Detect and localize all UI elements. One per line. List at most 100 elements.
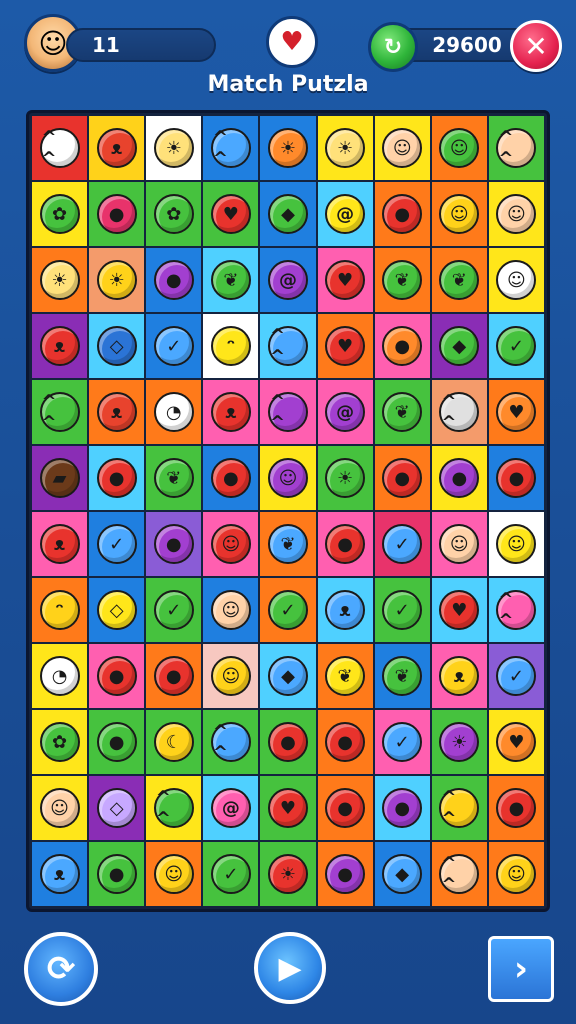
tile-0-6[interactable]: ☺	[374, 116, 430, 180]
tile-8-2[interactable]: ●	[146, 644, 202, 708]
tile-4-3[interactable]: ᴥ	[203, 380, 259, 444]
tile-9-0[interactable]: ✿	[32, 710, 88, 774]
restart-button[interactable]: ⟳	[24, 932, 98, 1006]
tile-3-4[interactable]: ^ ^	[260, 314, 316, 378]
tile-10-7[interactable]: ^ ^	[431, 776, 487, 840]
tile-4-5[interactable]: @	[317, 380, 373, 444]
tile-1-8[interactable]: ☺	[488, 182, 544, 246]
tile-5-0[interactable]: ▰	[32, 446, 88, 510]
tile-11-2[interactable]: ☺	[146, 842, 202, 906]
tile-0-8[interactable]: ^ ^	[488, 116, 544, 180]
tile-10-8[interactable]: ●	[488, 776, 544, 840]
tile-0-7[interactable]: ☺	[431, 116, 487, 180]
tile-7-4[interactable]: ✓	[260, 578, 316, 642]
tile-11-8[interactable]: ☺	[488, 842, 544, 906]
tile-4-2[interactable]: ◔	[146, 380, 202, 444]
tile-11-4[interactable]: ☀	[260, 842, 316, 906]
tile-7-6[interactable]: ✓	[374, 578, 430, 642]
tile-1-0[interactable]: ✿	[32, 182, 88, 246]
tile-5-2[interactable]: ❦	[146, 446, 202, 510]
close-button[interactable]: ✕	[510, 20, 562, 72]
tile-11-6[interactable]: ◆	[374, 842, 430, 906]
tile-5-5[interactable]: ☀	[317, 446, 373, 510]
tile-2-7[interactable]: ❦	[431, 248, 487, 312]
tile-2-3[interactable]: ❦	[203, 248, 259, 312]
tile-2-2[interactable]: ●	[146, 248, 202, 312]
tile-11-7[interactable]: ^ ^	[431, 842, 487, 906]
tile-6-0[interactable]: ᴥ	[32, 512, 88, 576]
tile-6-3[interactable]: ☺	[203, 512, 259, 576]
tile-4-1[interactable]: ᴥ	[89, 380, 145, 444]
tile-1-5[interactable]: @	[317, 182, 373, 246]
tile-7-5[interactable]: ᴥ	[317, 578, 373, 642]
tile-0-2[interactable]: ☀	[146, 116, 202, 180]
tile-10-2[interactable]: ^ ^	[146, 776, 202, 840]
tile-3-6[interactable]: ●	[374, 314, 430, 378]
tile-4-7[interactable]: ^ ^	[431, 380, 487, 444]
tile-6-1[interactable]: ✓	[89, 512, 145, 576]
tile-8-0[interactable]: ◔	[32, 644, 88, 708]
tile-5-3[interactable]: ●	[203, 446, 259, 510]
tile-8-6[interactable]: ❦	[374, 644, 430, 708]
tile-11-5[interactable]: ●	[317, 842, 373, 906]
tile-1-6[interactable]: ●	[374, 182, 430, 246]
tile-7-1[interactable]: ◇	[89, 578, 145, 642]
tile-6-2[interactable]: ●	[146, 512, 202, 576]
tile-4-0[interactable]: ^ ^	[32, 380, 88, 444]
tile-3-7[interactable]: ◆	[431, 314, 487, 378]
tile-10-0[interactable]: ☺	[32, 776, 88, 840]
tile-6-5[interactable]: ●	[317, 512, 373, 576]
tile-5-8[interactable]: ●	[488, 446, 544, 510]
tile-1-2[interactable]: ✿	[146, 182, 202, 246]
tile-8-1[interactable]: ●	[89, 644, 145, 708]
tile-0-1[interactable]: ᴥ	[89, 116, 145, 180]
tile-9-6[interactable]: ✓	[374, 710, 430, 774]
tile-8-4[interactable]: ◆	[260, 644, 316, 708]
tile-0-5[interactable]: ☀	[317, 116, 373, 180]
tile-0-4[interactable]: ☀	[260, 116, 316, 180]
tile-2-1[interactable]: ☀	[89, 248, 145, 312]
tile-3-5[interactable]: ♥	[317, 314, 373, 378]
tile-9-7[interactable]: ☀	[431, 710, 487, 774]
tile-11-1[interactable]: ●	[89, 842, 145, 906]
tile-11-0[interactable]: ᴥ	[32, 842, 88, 906]
tile-11-3[interactable]: ✓	[203, 842, 259, 906]
tile-0-0[interactable]: ^ ^	[32, 116, 88, 180]
tile-9-8[interactable]: ♥	[488, 710, 544, 774]
tile-3-8[interactable]: ✓	[488, 314, 544, 378]
tile-8-5[interactable]: ❦	[317, 644, 373, 708]
tile-4-6[interactable]: ❦	[374, 380, 430, 444]
tile-3-2[interactable]: ✓	[146, 314, 202, 378]
tile-5-7[interactable]: ●	[431, 446, 487, 510]
tile-9-1[interactable]: ●	[89, 710, 145, 774]
tile-4-8[interactable]: ♥	[488, 380, 544, 444]
tile-8-7[interactable]: ᴥ	[431, 644, 487, 708]
tile-2-0[interactable]: ☀	[32, 248, 88, 312]
tile-5-6[interactable]: ●	[374, 446, 430, 510]
tile-9-5[interactable]: ●	[317, 710, 373, 774]
tile-0-3[interactable]: ^ ^	[203, 116, 259, 180]
next-button[interactable]: ›	[488, 936, 554, 1002]
tile-2-4[interactable]: @	[260, 248, 316, 312]
tile-9-4[interactable]: ●	[260, 710, 316, 774]
tile-3-0[interactable]: ᴥ	[32, 314, 88, 378]
tile-2-5[interactable]: ♥	[317, 248, 373, 312]
tile-9-2[interactable]: ☾	[146, 710, 202, 774]
tile-2-8[interactable]: ☺	[488, 248, 544, 312]
tile-1-1[interactable]: ●	[89, 182, 145, 246]
play-button[interactable]: ▶	[254, 932, 326, 1004]
tile-7-0[interactable]: ᵔ	[32, 578, 88, 642]
tile-10-5[interactable]: ●	[317, 776, 373, 840]
tile-5-4[interactable]: ☺	[260, 446, 316, 510]
tile-3-1[interactable]: ◇	[89, 314, 145, 378]
tile-2-6[interactable]: ❦	[374, 248, 430, 312]
tile-5-1[interactable]: ●	[89, 446, 145, 510]
tile-10-3[interactable]: @	[203, 776, 259, 840]
tile-6-8[interactable]: ☺	[488, 512, 544, 576]
tile-10-1[interactable]: ◇	[89, 776, 145, 840]
tile-10-4[interactable]: ♥	[260, 776, 316, 840]
tile-8-3[interactable]: ☺	[203, 644, 259, 708]
tile-7-7[interactable]: ♥	[431, 578, 487, 642]
tile-1-3[interactable]: ♥	[203, 182, 259, 246]
tile-6-7[interactable]: ☺	[431, 512, 487, 576]
